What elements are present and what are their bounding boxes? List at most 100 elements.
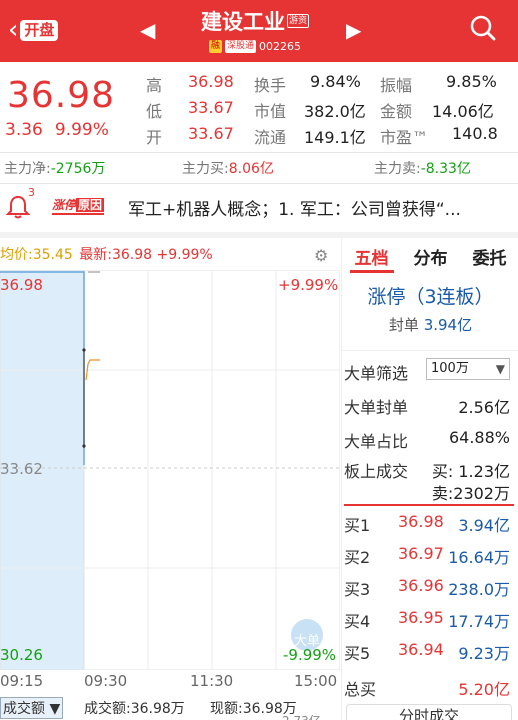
bid-row[interactable]: 买1 36.98 3.94亿: [344, 512, 516, 536]
margin-badge: 融: [208, 40, 222, 53]
limit-tag-a: 涨停: [52, 198, 77, 212]
turnover-label: 换手: [254, 76, 287, 95]
amplitude-label: 振幅: [380, 76, 413, 95]
mktcap-label: 市值: [254, 102, 287, 121]
board-trade-label: 板上成交: [344, 462, 409, 481]
high-row: 高: [146, 72, 162, 96]
bid-price: 36.96: [398, 576, 444, 595]
bid-label: 买3: [344, 580, 371, 599]
caret-down-icon: ▼: [495, 362, 505, 376]
x-label: 15:00: [294, 672, 338, 690]
low-value: 33.67: [188, 98, 234, 117]
volume-select[interactable]: 成交额 ▼: [0, 697, 64, 719]
bid-qty: 9.23万: [458, 644, 510, 663]
limit-up-status: 涨停（3连板）: [367, 286, 494, 308]
tab-distribution[interactable]: 分布: [401, 244, 460, 274]
amount-label: 金额: [380, 102, 413, 121]
stock-detail-screen: ‹ 开盘 ◀ 建设工业 游资 融 深股通 002265 ▶ 36.98 3.36 9…: [0, 0, 518, 720]
price-change: 3.36 9.99%: [5, 120, 121, 140]
low-row: 低: [146, 98, 162, 122]
turnover-value: 9.84%: [310, 72, 361, 91]
volume-row: 成交额 ▼ 成交额:36.98万 现额:36.98万 2.73亿: [0, 694, 340, 720]
change-percent: 9.99%: [54, 120, 109, 140]
main-fund-row[interactable]: 主力净:-2756万 主力买:8.06亿 主力卖:-8.33亿: [0, 152, 518, 182]
mktcap-value: 382.0亿: [304, 102, 366, 121]
y-mid-label: 33.62: [0, 460, 43, 478]
stock-code: 002265: [259, 40, 302, 53]
bid-row[interactable]: 买4 36.95 17.74万: [344, 608, 516, 632]
volume-cut: 2.73亿: [282, 712, 321, 720]
gear-icon[interactable]: ⚙: [314, 246, 328, 265]
x-label: 09:30: [84, 672, 128, 690]
high-label: 高: [146, 76, 163, 95]
stock-title-block: 建设工业 游资 融 深股通 002265: [170, 6, 340, 53]
back-button[interactable]: ‹ 开盘: [8, 13, 66, 47]
x-label: 11:30: [190, 672, 234, 690]
bid-label: 买1: [344, 516, 371, 535]
fund-net-label: 主力净:: [4, 161, 51, 177]
news-text: 军工+机器人概念；1. 军工：公司曾获得“...: [128, 200, 461, 220]
bid-price: 36.95: [398, 608, 444, 627]
big-ratio-label: 大单占比: [344, 432, 409, 451]
big-seal-value: 2.56亿: [458, 398, 510, 417]
intraday-chart[interactable]: 均价:35.45 最新:36.98 +9.99% ⚙ 大单 36.98 33.6…: [0, 238, 340, 720]
open-dot: [82, 444, 86, 448]
open-dot: [82, 348, 86, 352]
x-label: 09:15: [0, 672, 44, 690]
divider: [342, 350, 518, 351]
fund-sell-label: 主力卖:: [374, 161, 421, 177]
tab-orders[interactable]: 委托: [460, 244, 518, 274]
big-ratio-value: 64.88%: [448, 428, 510, 447]
latest-pct-label: +9.99%: [156, 247, 213, 263]
y-top-label: 36.98: [0, 276, 43, 294]
big-seal-row: 大单封单 2.56亿: [344, 394, 516, 418]
pct-top-label: +9.99%: [278, 276, 339, 294]
board-buy: 买: 1.23亿: [431, 462, 510, 481]
prev-stock-button[interactable]: ◀: [140, 18, 155, 42]
fund-sell-value: -8.33亿: [420, 161, 471, 177]
board-trade-row: 板上成交 买: 1.23亿: [344, 458, 516, 482]
bid-row[interactable]: 买5 36.94 9.23万: [344, 640, 516, 664]
active-tab-indicator: [350, 270, 394, 273]
market-badge: 深股通: [225, 40, 257, 53]
filter-select[interactable]: 100万 ▼: [426, 358, 510, 380]
stock-subtitle: 融 深股通 002265: [170, 40, 340, 53]
float-label: 流通: [254, 128, 287, 147]
bid-row[interactable]: 买2 36.97 16.64万: [344, 544, 516, 568]
search-icon[interactable]: [470, 15, 496, 41]
pe-value: 140.8: [452, 124, 498, 143]
next-stock-button[interactable]: ▶: [346, 18, 361, 42]
limit-tag-b: 原因: [76, 198, 105, 212]
volume-amount: 成交额:36.98万: [84, 701, 185, 717]
bid-label: 买5: [344, 644, 371, 663]
seal-value: 3.94亿: [423, 316, 473, 334]
fund-net: 主力净:-2756万: [4, 158, 105, 178]
fund-buy: 主力买:8.06亿: [182, 158, 274, 178]
fund-buy-label: 主力买:: [182, 161, 229, 177]
bid-row[interactable]: 买3 36.96 238.0万: [344, 576, 516, 600]
low-label: 低: [146, 102, 163, 121]
bid-label: 买2: [344, 548, 371, 567]
amplitude-value: 9.85%: [446, 72, 497, 91]
alert-count: 3: [28, 186, 35, 199]
open-value: 33.67: [188, 124, 234, 143]
high-value: 36.98: [188, 72, 234, 91]
avg-price-label: 均价:35.45: [0, 247, 73, 263]
title-tag: 游资: [286, 14, 309, 28]
news-ticker[interactable]: 3 涨停 原因 军工+机器人概念；1. 军工：公司曾获得“...: [0, 184, 518, 230]
pct-bot-label: -9.99%: [283, 646, 337, 664]
bid-price: 36.97: [398, 544, 444, 563]
fund-sell: 主力卖:-8.33亿: [374, 158, 471, 178]
order-book-panel: 五档 分布 委托 涨停（3连板） 封单 3.94亿 大单筛选 100万 ▼ 大单…: [341, 238, 518, 720]
tick-trades-button[interactable]: 分时成交: [346, 704, 512, 720]
big-seal-label: 大单封单: [344, 398, 409, 417]
filter-label: 大单筛选: [344, 364, 409, 383]
bid-label: 买4: [344, 612, 371, 631]
volume-select-label: 成交额: [3, 701, 45, 717]
total-bid-row: 总买 5.20亿: [344, 676, 516, 700]
bid-price: 36.94: [398, 640, 444, 659]
back-label: 开盘: [20, 19, 59, 41]
quote-panel: 36.98 3.36 9.99% 高 36.98 低 33.67 开 33.67 …: [0, 62, 518, 152]
bid-qty: 17.74万: [448, 612, 510, 631]
stock-name: 建设工业: [200, 10, 285, 34]
